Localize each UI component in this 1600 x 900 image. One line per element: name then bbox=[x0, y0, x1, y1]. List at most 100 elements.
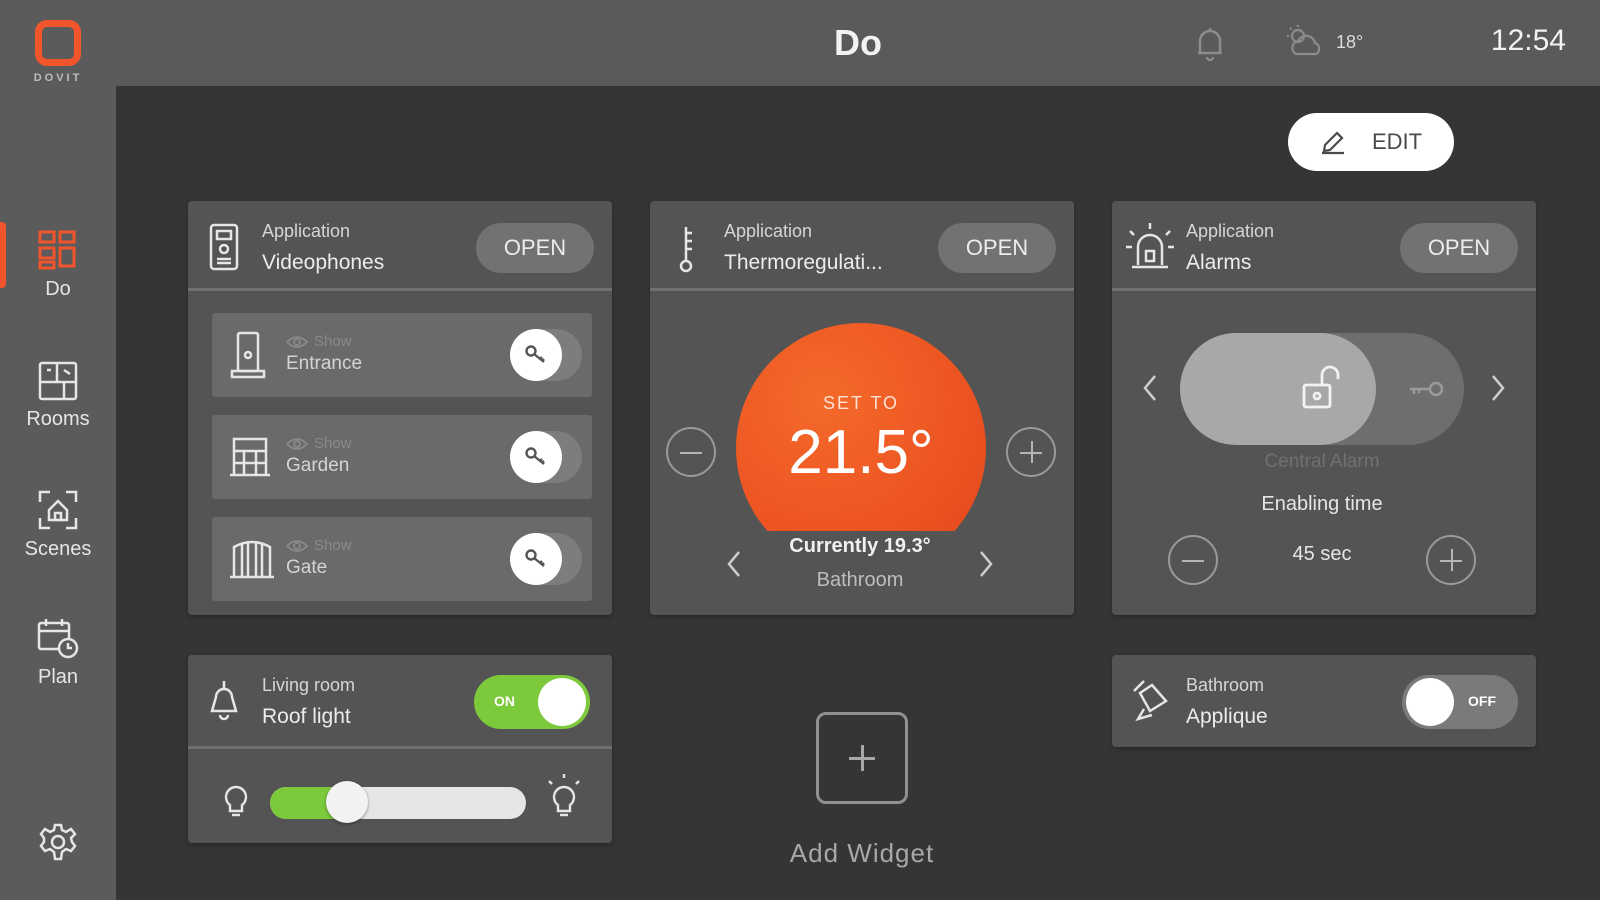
clock: 12:54 bbox=[1490, 24, 1566, 57]
card-header: Living room Roof light ON bbox=[188, 655, 612, 749]
bright-bulb-icon bbox=[548, 774, 580, 817]
alarm-switch-thumb bbox=[1180, 333, 1376, 445]
alarm-name: Central Alarm bbox=[1264, 451, 1380, 472]
toggle-state-label: ON bbox=[494, 693, 515, 709]
card-header: Application Videophones OPEN bbox=[188, 201, 612, 291]
show-label: Show bbox=[314, 537, 352, 554]
garden-gate-icon bbox=[230, 437, 270, 477]
thermometer-icon bbox=[679, 227, 693, 273]
show-link[interactable]: Show bbox=[286, 435, 352, 452]
top-bar: Do 18° 12:54 bbox=[116, 0, 1600, 86]
brightness-slider[interactable] bbox=[270, 787, 526, 819]
dovit-logo: DOVIT bbox=[30, 20, 86, 84]
card-subtitle: Application bbox=[724, 221, 813, 241]
next-room-button[interactable] bbox=[976, 549, 996, 584]
key-icon bbox=[525, 345, 545, 363]
open-thermoregulation-button[interactable]: OPEN bbox=[938, 223, 1056, 273]
unlock-toggle[interactable] bbox=[510, 329, 582, 381]
set-to-label: SET TO bbox=[822, 393, 900, 413]
light-room-name: Living room bbox=[262, 675, 356, 695]
next-alarm-button[interactable] bbox=[1488, 373, 1508, 408]
card-title: Videophones bbox=[262, 251, 385, 274]
sidebar-item-label: Scenes bbox=[24, 538, 92, 560]
sidebar-item-rooms[interactable]: Rooms bbox=[0, 360, 116, 431]
alarms-card: Application Alarms OPEN Central Alarm En… bbox=[1112, 201, 1536, 615]
card-title: Thermoregulati... bbox=[724, 251, 883, 274]
unlocked-padlock-icon bbox=[1302, 365, 1340, 409]
logo-mark-icon bbox=[35, 20, 81, 66]
siren-icon bbox=[1126, 223, 1174, 269]
card-subtitle: Application bbox=[262, 221, 351, 241]
applique-card: Bathroom Applique OFF bbox=[1112, 655, 1536, 747]
toggle-knob bbox=[538, 678, 586, 726]
videophone-name: Entrance bbox=[286, 353, 363, 374]
open-alarms-button[interactable]: OPEN bbox=[1400, 223, 1518, 273]
gate-icon bbox=[230, 540, 274, 579]
toggle-state-label: OFF bbox=[1468, 693, 1496, 709]
light-name: Roof light bbox=[262, 705, 351, 728]
chevron-right-icon bbox=[980, 551, 993, 577]
unlock-toggle[interactable] bbox=[510, 533, 582, 585]
videophones-card: Application Videophones OPEN Show Entran… bbox=[188, 201, 612, 615]
show-label: Show bbox=[314, 333, 352, 350]
card-subtitle: Application bbox=[1186, 221, 1275, 241]
sidebar: DOVIT Do Rooms Scenes Plan bbox=[0, 0, 116, 900]
pencil-icon bbox=[1321, 131, 1344, 155]
dim-bulb-icon bbox=[224, 785, 248, 817]
sidebar-item-label: Rooms bbox=[26, 408, 90, 430]
eye-icon bbox=[286, 437, 308, 450]
decrease-temperature-button[interactable] bbox=[666, 427, 716, 477]
unlock-toggle[interactable] bbox=[510, 431, 582, 483]
page-title: Do bbox=[834, 22, 882, 63]
videophone-name: Gate bbox=[286, 557, 328, 578]
ceiling-lamp-icon bbox=[210, 681, 238, 721]
chevron-left-icon bbox=[1143, 375, 1156, 401]
gear-icon bbox=[39, 823, 77, 861]
thermo-room-name: Bathroom bbox=[816, 569, 904, 591]
chevron-right-icon bbox=[1492, 375, 1505, 401]
unlock-knob bbox=[510, 533, 562, 585]
open-videophones-button[interactable]: OPEN bbox=[476, 223, 594, 273]
sidebar-item-plan[interactable]: Plan bbox=[0, 616, 116, 689]
videophone-garden[interactable]: Show Garden bbox=[212, 415, 592, 499]
alarm-arm-switch[interactable] bbox=[1180, 333, 1464, 445]
do-grid-icon bbox=[38, 230, 76, 270]
increase-enabling-time-button[interactable] bbox=[1426, 535, 1476, 585]
sidebar-item-do[interactable]: Do bbox=[0, 228, 116, 301]
videophone-gate[interactable]: Show Gate bbox=[212, 517, 592, 601]
eye-icon bbox=[286, 539, 308, 552]
card-header: Application Alarms OPEN bbox=[1112, 201, 1536, 291]
roof-light-card: Living room Roof light ON bbox=[188, 655, 612, 843]
plan-calendar-icon bbox=[37, 619, 79, 659]
settings-button[interactable] bbox=[38, 822, 78, 867]
show-link[interactable]: Show bbox=[286, 537, 352, 554]
sidebar-item-label: Do bbox=[45, 278, 71, 300]
sidebar-item-scenes[interactable]: Scenes bbox=[0, 488, 116, 561]
applique-toggle[interactable]: OFF bbox=[1402, 675, 1518, 729]
add-widget-button[interactable] bbox=[816, 712, 908, 804]
intercom-icon bbox=[209, 223, 239, 271]
key-icon bbox=[525, 549, 545, 567]
wall-lamp-icon bbox=[1133, 680, 1168, 722]
logo-text: DOVIT bbox=[33, 72, 83, 84]
light-room-name: Bathroom bbox=[1186, 675, 1265, 695]
rooms-icon bbox=[38, 361, 78, 401]
previous-alarm-button[interactable] bbox=[1140, 373, 1160, 408]
weather-temperature: 18° bbox=[1336, 31, 1364, 52]
increase-temperature-button[interactable] bbox=[1006, 427, 1056, 477]
edit-button[interactable]: EDIT bbox=[1288, 113, 1454, 171]
bell-icon bbox=[1198, 28, 1222, 62]
eye-icon bbox=[286, 335, 308, 348]
videophone-name: Garden bbox=[286, 455, 350, 476]
show-label: Show bbox=[314, 435, 352, 452]
unlock-knob bbox=[510, 431, 562, 483]
roof-light-toggle[interactable]: ON bbox=[474, 675, 590, 729]
videophone-entrance[interactable]: Show Entrance bbox=[212, 313, 592, 397]
card-header: Application Thermoregulati... OPEN bbox=[650, 201, 1074, 291]
show-link[interactable]: Show bbox=[286, 333, 352, 350]
notifications-button[interactable] bbox=[1194, 26, 1226, 67]
toggle-knob bbox=[1406, 678, 1454, 726]
brightness-slider-handle[interactable] bbox=[326, 781, 368, 823]
card-title: Alarms bbox=[1186, 251, 1252, 274]
edit-button-label: EDIT bbox=[1371, 129, 1423, 154]
